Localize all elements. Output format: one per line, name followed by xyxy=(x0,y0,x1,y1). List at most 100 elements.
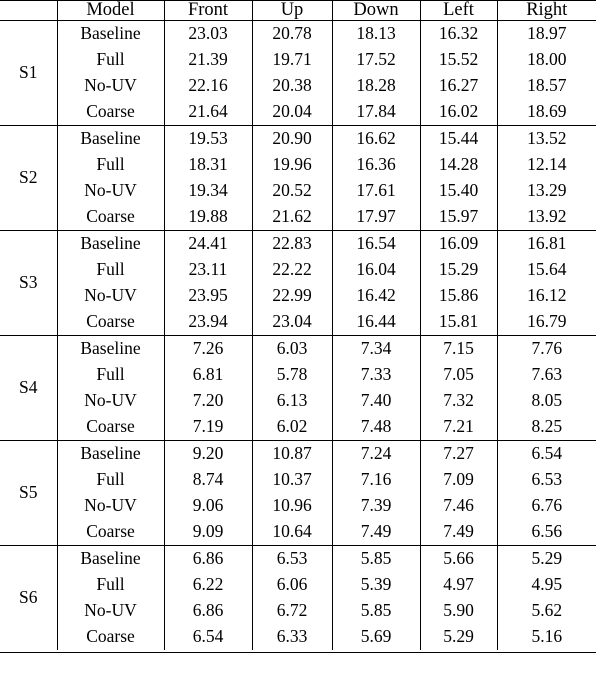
cell-value: 18.13 xyxy=(331,19,420,47)
table-row: Full 21.39 19.71 17.52 15.52 18.00 xyxy=(0,46,596,73)
table-row: S4 Baseline 7.26 6.03 7.34 7.15 7.76 xyxy=(0,334,596,440)
cell-value: 6.53 xyxy=(496,466,596,493)
cell-value: 19.71 xyxy=(251,46,332,73)
row-label-model: No-UV xyxy=(56,72,164,99)
cell-value: 18.69 xyxy=(496,98,596,125)
table-row: Coarse 6.54 6.33 5.69 5.29 5.16 xyxy=(0,623,596,650)
table-row: S3 Baseline 24.41 22.83 16.54 16.09 16.81 xyxy=(0,229,596,335)
cell-value: 13.92 xyxy=(496,203,596,230)
cell-value: 5.69 xyxy=(331,623,420,650)
cell-value: 16.02 xyxy=(419,98,497,125)
table-row: No-UV 6.86 6.72 5.85 5.90 5.62 xyxy=(0,597,596,624)
cell-value: 7.63 xyxy=(496,361,596,388)
cell-value: 18.31 xyxy=(163,151,252,178)
cell-value: 9.20 xyxy=(163,439,252,467)
cell-value: 7.32 xyxy=(419,387,497,414)
cell-value: 6.86 xyxy=(163,544,252,572)
cell-value: 10.87 xyxy=(251,439,332,467)
cell-value: 23.95 xyxy=(163,282,252,309)
table-row: Full 8.74 10.37 7.16 7.09 6.53 xyxy=(0,466,596,493)
column-header-left: Left xyxy=(419,0,497,21)
table-row: No-UV 7.20 6.13 7.40 7.32 8.05 xyxy=(0,387,596,414)
cell-value: 23.04 xyxy=(251,308,332,335)
table-row: No-UV 23.95 22.99 16.42 15.86 16.12 xyxy=(0,282,596,309)
cell-value: 8.25 xyxy=(496,413,596,440)
row-label-model: No-UV xyxy=(56,177,164,204)
cell-value: 6.06 xyxy=(251,571,332,598)
group-label: S3 xyxy=(0,229,57,335)
cell-value: 18.28 xyxy=(331,72,420,99)
cell-value: 17.52 xyxy=(331,46,420,73)
table-row: S1 Baseline 23.03 20.78 18.13 16.32 18.97 xyxy=(0,19,596,125)
cell-value: 16.42 xyxy=(331,282,420,309)
group-label: S4 xyxy=(0,334,57,440)
cell-value: 6.54 xyxy=(496,439,596,467)
cell-value: 15.64 xyxy=(496,256,596,283)
cell-value: 5.62 xyxy=(496,597,596,624)
row-label-model: Full xyxy=(56,46,164,73)
cell-value: 9.09 xyxy=(163,518,252,545)
cell-value: 5.85 xyxy=(331,544,420,572)
table-group-s6: S6 Baseline 6.86 6.53 5.85 5.66 5.29 Full 6.22 6.… xyxy=(0,544,596,650)
row-label-model: Baseline xyxy=(56,544,164,572)
column-header-right: Right xyxy=(496,0,596,21)
table-row: Full 18.31 19.96 16.36 14.28 12.14 xyxy=(0,151,596,178)
table-row: Full 23.11 22.22 16.04 15.29 15.64 xyxy=(0,256,596,283)
cell-value: 22.83 xyxy=(251,229,332,257)
cell-value: 7.49 xyxy=(419,518,497,545)
table-row: S2 Baseline 19.53 20.90 16.62 15.44 13.52 xyxy=(0,124,596,230)
cell-value: 15.97 xyxy=(419,203,497,230)
cell-value: 5.90 xyxy=(419,597,497,624)
table-row: Coarse 21.64 20.04 17.84 16.02 18.69 xyxy=(0,98,596,125)
cell-value: 15.44 xyxy=(419,124,497,152)
cell-value: 5.29 xyxy=(496,544,596,572)
cell-value: 18.00 xyxy=(496,46,596,73)
group-label: S5 xyxy=(0,439,57,545)
table-row: S5 Baseline 9.20 10.87 7.24 7.27 6.54 xyxy=(0,439,596,545)
row-label-model: Coarse xyxy=(56,308,164,335)
table-group-s1: S1 Baseline 23.03 20.78 18.13 16.32 18.97 Full 2… xyxy=(0,19,596,125)
row-label-model: No-UV xyxy=(56,282,164,309)
row-label-model: No-UV xyxy=(56,492,164,519)
row-label-model: Coarse xyxy=(56,203,164,230)
cell-value: 24.41 xyxy=(163,229,252,257)
cell-value: 6.81 xyxy=(163,361,252,388)
cell-value: 13.52 xyxy=(496,124,596,152)
cell-value: 12.14 xyxy=(496,151,596,178)
cell-value: 7.27 xyxy=(419,439,497,467)
header-row: Model Front Up Down Left Right xyxy=(0,0,596,21)
cell-value: 23.03 xyxy=(163,19,252,47)
cell-value: 7.09 xyxy=(419,466,497,493)
cell-value: 16.04 xyxy=(331,256,420,283)
cell-value: 16.81 xyxy=(496,229,596,257)
cell-value: 18.57 xyxy=(496,72,596,99)
cell-value: 21.64 xyxy=(163,98,252,125)
column-header-front: Front xyxy=(163,0,252,21)
cell-value: 6.56 xyxy=(496,518,596,545)
table-row: S6 Baseline 6.86 6.53 5.85 5.66 5.29 xyxy=(0,544,596,650)
cell-value: 6.02 xyxy=(251,413,332,440)
cell-value: 16.09 xyxy=(419,229,497,257)
results-table: Model Front Up Down Left Right S1 Baselin… xyxy=(0,0,596,650)
group-label: S1 xyxy=(0,19,57,125)
table-header: Model Front Up Down Left Right xyxy=(0,0,596,21)
cell-value: 23.11 xyxy=(163,256,252,283)
cell-value: 5.39 xyxy=(331,571,420,598)
cell-value: 7.21 xyxy=(419,413,497,440)
cell-value: 18.97 xyxy=(496,19,596,47)
cell-value: 16.32 xyxy=(419,19,497,47)
cell-value: 16.54 xyxy=(331,229,420,257)
cell-value: 7.15 xyxy=(419,334,497,362)
cell-value: 15.86 xyxy=(419,282,497,309)
cell-value: 20.78 xyxy=(251,19,332,47)
cell-value: 5.16 xyxy=(496,623,596,650)
cell-value: 17.61 xyxy=(331,177,420,204)
cell-value: 7.05 xyxy=(419,361,497,388)
table-row: No-UV 9.06 10.96 7.39 7.46 6.76 xyxy=(0,492,596,519)
row-label-model: Coarse xyxy=(56,413,164,440)
table-group-s2: S2 Baseline 19.53 20.90 16.62 15.44 13.52 Full 1… xyxy=(0,124,596,230)
cell-value: 4.95 xyxy=(496,571,596,598)
cell-value: 7.39 xyxy=(331,492,420,519)
table-group-s5: S5 Baseline 9.20 10.87 7.24 7.27 6.54 Full 8.74 1… xyxy=(0,439,596,545)
cell-value: 20.04 xyxy=(251,98,332,125)
